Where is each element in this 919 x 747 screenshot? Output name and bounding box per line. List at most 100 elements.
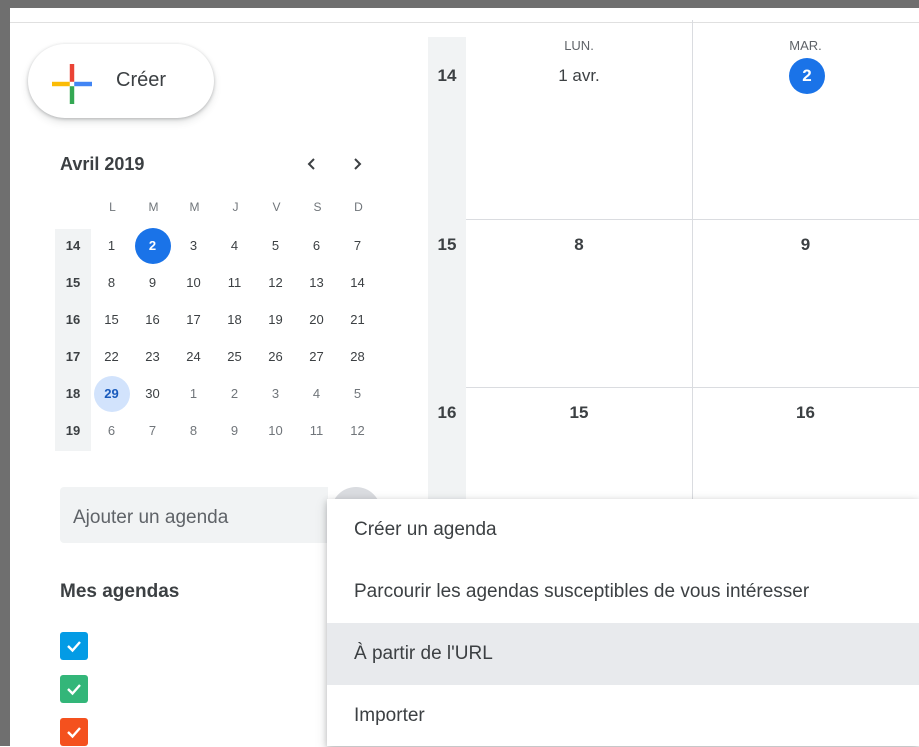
mini-calendar-day[interactable]: 29 bbox=[91, 375, 132, 412]
day-number: 21 bbox=[350, 312, 365, 327]
mini-calendar-day[interactable]: 22 bbox=[91, 338, 132, 375]
column-weekday-mon: LUN. bbox=[564, 38, 594, 53]
day-number: 4 bbox=[230, 238, 239, 253]
day-number: 15 bbox=[104, 312, 119, 327]
mini-calendar-day[interactable]: 9 bbox=[214, 412, 255, 449]
mini-calendar-day[interactable]: 11 bbox=[214, 264, 255, 301]
calendar-checkbox[interactable] bbox=[60, 632, 88, 660]
grid-day[interactable]: 8 bbox=[466, 235, 692, 255]
column-date-mon[interactable]: 1 avr. bbox=[466, 66, 692, 86]
grid-day[interactable]: 9 bbox=[692, 235, 919, 255]
mini-calendar-day[interactable]: 12 bbox=[337, 412, 378, 449]
menu-item-create-calendar[interactable]: Créer un agenda bbox=[327, 499, 919, 561]
mini-calendar-day[interactable]: 20 bbox=[296, 301, 337, 338]
mini-calendar-day[interactable]: 2 bbox=[132, 227, 173, 264]
day-number: 6 bbox=[312, 238, 321, 253]
mini-calendar-day[interactable]: 7 bbox=[337, 227, 378, 264]
mini-calendar-day[interactable]: 24 bbox=[173, 338, 214, 375]
mini-calendar-day[interactable]: 27 bbox=[296, 338, 337, 375]
day-header: D bbox=[354, 200, 363, 214]
mini-calendar-day[interactable]: 8 bbox=[173, 412, 214, 449]
day-number: 3 bbox=[271, 386, 280, 401]
grid-day[interactable]: 16 bbox=[692, 403, 919, 423]
week-number: 19 bbox=[65, 423, 81, 438]
calendar-checkbox[interactable] bbox=[60, 718, 88, 746]
day-number: 11 bbox=[309, 423, 324, 438]
mini-calendar-day[interactable]: 25 bbox=[214, 338, 255, 375]
day-header: J bbox=[232, 200, 239, 214]
mini-calendar-week-row: 14 1 2 3 4 5 6 7 bbox=[55, 227, 378, 264]
check-icon bbox=[67, 641, 81, 653]
mini-calendar-day[interactable]: 2 bbox=[214, 375, 255, 412]
mini-calendar-day[interactable]: 28 bbox=[337, 338, 378, 375]
mini-calendar-day[interactable]: 4 bbox=[214, 227, 255, 264]
day-number: 6 bbox=[107, 423, 116, 438]
menu-item-import[interactable]: Importer bbox=[327, 685, 919, 747]
mini-calendar-day[interactable]: 8 bbox=[91, 264, 132, 301]
mini-calendar-day[interactable]: 5 bbox=[337, 375, 378, 412]
day-header: L bbox=[109, 200, 116, 214]
mini-calendar-day[interactable]: 10 bbox=[173, 264, 214, 301]
add-calendar-menu: Créer un agenda Parcourir les agendas su… bbox=[327, 499, 919, 746]
mini-calendar-day[interactable]: 16 bbox=[132, 301, 173, 338]
mini-calendar-day[interactable]: 30 bbox=[132, 375, 173, 412]
mini-calendar-day[interactable]: 6 bbox=[296, 227, 337, 264]
day-number: 26 bbox=[268, 349, 283, 364]
mini-calendar-day[interactable]: 7 bbox=[132, 412, 173, 449]
week-number: 17 bbox=[65, 349, 81, 364]
add-calendar-input[interactable]: Ajouter un agenda bbox=[60, 487, 328, 543]
menu-item-from-url[interactable]: À partir de l'URL bbox=[327, 623, 919, 685]
mini-calendar-day[interactable]: 10 bbox=[255, 412, 296, 449]
top-bar-edge bbox=[10, 8, 919, 23]
day-number: 2 bbox=[134, 227, 171, 264]
mini-calendar-day[interactable]: 19 bbox=[255, 301, 296, 338]
day-number: 1 bbox=[107, 238, 116, 253]
mini-calendar-day[interactable]: 1 bbox=[91, 227, 132, 264]
mini-calendar-day[interactable]: 21 bbox=[337, 301, 378, 338]
mini-calendar-day[interactable]: 26 bbox=[255, 338, 296, 375]
day-number: 13 bbox=[309, 275, 324, 290]
day-number: 28 bbox=[350, 349, 365, 364]
mini-calendar-day[interactable]: 12 bbox=[255, 264, 296, 301]
mini-calendar-day[interactable]: 17 bbox=[173, 301, 214, 338]
grid-week-number: 16 bbox=[437, 403, 457, 422]
day-number: 18 bbox=[227, 312, 242, 327]
mini-calendar-week-row: 15 8 9 10 11 12 13 14 bbox=[55, 264, 378, 301]
mini-calendar-day[interactable]: 3 bbox=[173, 227, 214, 264]
mini-calendar-day[interactable]: 5 bbox=[255, 227, 296, 264]
mini-calendar-day[interactable]: 13 bbox=[296, 264, 337, 301]
week-number: 18 bbox=[65, 386, 81, 401]
day-number: 16 bbox=[145, 312, 160, 327]
mini-calendar-day[interactable]: 1 bbox=[173, 375, 214, 412]
mini-calendar-day[interactable]: 6 bbox=[91, 412, 132, 449]
day-number: 7 bbox=[148, 423, 157, 438]
mini-calendar-day[interactable]: 15 bbox=[91, 301, 132, 338]
day-number: 1 bbox=[189, 386, 198, 401]
mini-calendar-day[interactable]: 14 bbox=[337, 264, 378, 301]
day-header: V bbox=[272, 200, 281, 214]
calendar-checkbox[interactable] bbox=[60, 675, 88, 703]
mini-calendar-day[interactable]: 18 bbox=[214, 301, 255, 338]
day-number: 7 bbox=[353, 238, 362, 253]
create-button-label[interactable]: Créer bbox=[116, 69, 166, 92]
chevron-right-icon[interactable] bbox=[343, 150, 371, 178]
mini-calendar-day[interactable]: 9 bbox=[132, 264, 173, 301]
menu-item-browse-calendars[interactable]: Parcourir les agendas susceptibles de vo… bbox=[327, 561, 919, 623]
mini-calendar-day[interactable]: 3 bbox=[255, 375, 296, 412]
today-date[interactable]: 2 bbox=[789, 58, 825, 94]
day-number: 14 bbox=[350, 275, 365, 290]
day-header: M bbox=[189, 200, 200, 214]
mini-calendar-week-row: 16 15 16 17 18 19 20 21 bbox=[55, 301, 378, 338]
mini-calendar-title: Avril 2019 bbox=[60, 154, 145, 174]
day-number: 25 bbox=[227, 349, 242, 364]
mini-calendar-day[interactable]: 4 bbox=[296, 375, 337, 412]
day-number: 12 bbox=[350, 423, 365, 438]
day-number: 27 bbox=[309, 349, 324, 364]
mini-calendar-day[interactable]: 23 bbox=[132, 338, 173, 375]
chevron-left-icon[interactable] bbox=[298, 150, 326, 178]
check-icon bbox=[67, 727, 81, 739]
week-number: 15 bbox=[65, 275, 81, 290]
my-calendars-heading: Mes agendas bbox=[60, 581, 180, 602]
grid-day[interactable]: 15 bbox=[466, 403, 692, 423]
mini-calendar-day[interactable]: 11 bbox=[296, 412, 337, 449]
